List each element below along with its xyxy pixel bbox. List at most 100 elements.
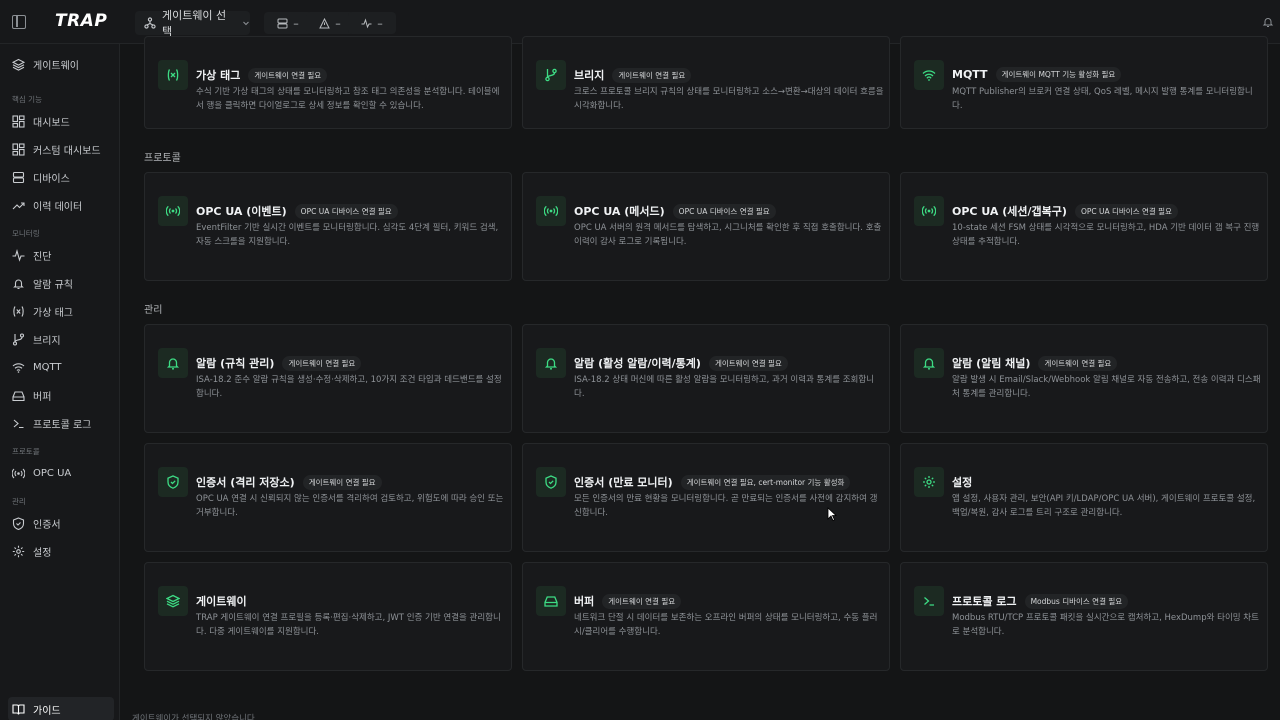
sidebar-item-custom-dashboard[interactable]: 커스텀 대시보드 <box>8 137 114 161</box>
feature-card[interactable]: 알람 (알림 채널) 게이트웨이 연결 필요알람 발생 시 Email/Slack… <box>900 324 1268 433</box>
feature-card[interactable]: 알람 (규칙 관리) 게이트웨이 연결 필요 ISA-18.2 준수 알람 규칙을 … <box>144 324 512 433</box>
card-title-row: 가상 태그 게이트웨이 연결 필요 <box>196 67 328 83</box>
terminal-icon <box>914 586 944 616</box>
sidebar-item-diagnosis[interactable]: 진단 <box>8 243 114 267</box>
broadcast-icon <box>536 196 566 226</box>
sidebar-item-settings[interactable]: 설정 <box>8 539 114 563</box>
status-footer: 게이트웨이가 선택되지 않았습니다 <box>132 714 255 720</box>
sidebar-item-gateway[interactable]: 게이트웨이 <box>8 52 114 76</box>
sidebar-item-protocol-log[interactable]: 프로토콜 로그 <box>8 411 114 435</box>
requirement-badge: OPC UA 디바이스 연결 필요 <box>1074 203 1178 219</box>
requirement-badge: 게이트웨이 연결 필요 <box>282 355 362 371</box>
branch-icon <box>536 60 566 90</box>
requirement-badge: 게이트웨이 연결 필요 <box>302 474 382 490</box>
feature-card[interactable]: 브리지 게이트웨이 연결 필요 크로스 프로토콜 브리지 규칙의 상태를 모니터링하… <box>522 36 890 129</box>
activity-status-chip[interactable]: – <box>348 12 396 34</box>
sidebar-item-virtual-tags[interactable]: 가상 태그 <box>8 299 114 323</box>
alert-status-chip[interactable]: – <box>306 12 354 34</box>
sidebar-section-admin: 관리 <box>12 497 26 506</box>
sidebar-item-mqtt[interactable]: MQTT <box>8 355 114 379</box>
card-title-row: OPC UA (세션/갭복구) OPC UA 디바이스 연결 필요 <box>952 203 1178 219</box>
requirement-badge: 게이트웨이 연결 필요 <box>602 593 682 609</box>
feature-card[interactable]: OPC UA (세션/갭복구) OPC UA 디바이스 연결 필요 10-state… <box>900 172 1268 281</box>
sidebar-item-label: 가상 태그 <box>33 307 73 319</box>
sidebar-item-label: 커스텀 대시보드 <box>33 145 101 157</box>
feature-card[interactable]: 인증서 (격리 저장소) 게이트웨이 연결 필요 OPC UA 연결 시 신뢰되지 … <box>144 443 512 552</box>
sidebar-item-label: 이력 데이터 <box>33 201 83 213</box>
feature-card[interactable]: 게이트웨이 TRAP 게이트웨이 연결 프로필을 등록·편집·삭제하고, JWT … <box>144 562 512 671</box>
feature-card[interactable]: 설정앱 설정, 사용자 관리, 보안(API 키/LDAP/OPC UA 서버)… <box>900 443 1268 552</box>
card-description: 알람 발생 시 Email/Slack/Webhook 알림 채널로 자동 전송… <box>952 375 1261 399</box>
main-content: 가상 태그 게이트웨이 연결 필요 수식 기반 가상 태그의 상태를 모니터링하고 … <box>120 36 1280 720</box>
alert-status-value: – <box>335 16 341 30</box>
feature-card[interactable]: 알람 (활성 알람/이력/통계) 게이트웨이 연결 필요 ISA-18.2 상태 머… <box>522 324 890 433</box>
card-title: 버퍼 <box>574 595 595 608</box>
sidebar-item-guide[interactable]: 가이드 <box>8 697 114 720</box>
card-title: OPC UA (세션/갭복구) <box>952 205 1067 218</box>
card-title-row: MQTT 게이트웨이 MQTT 기능 활성화 필요 <box>952 67 1122 82</box>
sidebar-item-label: 대시보드 <box>33 117 70 129</box>
section-title-admin: 관리 <box>144 305 163 316</box>
card-title: 브리지 <box>574 69 605 82</box>
notification-bell-icon[interactable] <box>1262 16 1274 28</box>
sidebar-item-alarm-rules[interactable]: 알람 규칙 <box>8 271 114 295</box>
feature-card[interactable]: MQTT 게이트웨이 MQTT 기능 활성화 필요 MQTT Publisher의 … <box>900 36 1268 129</box>
requirement-badge: 게이트웨이 MQTT 기능 활성화 필요 <box>995 67 1122 82</box>
mouse-cursor-icon <box>827 507 837 521</box>
requirement-badge: 게이트웨이 연결 필요 <box>708 355 788 371</box>
feature-card[interactable]: OPC UA (이벤트) OPC UA 디바이스 연결 필요 EventFilter… <box>144 172 512 281</box>
card-description: EventFilter 기반 실시간 이벤트를 모니터링합니다. 심각도 4단계… <box>196 223 499 247</box>
card-description: 모든 인증서의 만료 현황을 모니터링합니다. 곧 만료되는 인증서를 사전에 … <box>574 494 878 518</box>
app-logo[interactable]: TRAP <box>55 11 107 31</box>
card-description: ISA-18.2 준수 알람 규칙을 생성·수정·삭제하고, 10가지 조건 타… <box>196 375 502 399</box>
gateway-select[interactable]: 게이트웨이 선택 <box>135 9 250 38</box>
feature-card[interactable]: OPC UA (메서드) OPC UA 디바이스 연결 필요 OPC UA 서버의 … <box>522 172 890 281</box>
trending-up-icon <box>12 201 25 209</box>
requirement-badge: 게이트웨이 연결 필요, cert-monitor 기능 활성화 <box>680 474 851 490</box>
dashboard-icon <box>12 114 25 128</box>
feature-card[interactable]: 가상 태그 게이트웨이 연결 필요 수식 기반 가상 태그의 상태를 모니터링하고 … <box>144 36 512 129</box>
sidebar-item-label: MQTT <box>33 361 62 373</box>
sidebar-item-opcua[interactable]: OPC UA <box>8 461 114 485</box>
bell-icon <box>13 279 24 289</box>
activity-status-value: – <box>377 16 383 30</box>
layers-icon <box>12 58 25 71</box>
card-title-row: 알람 (알림 채널) 게이트웨이 연결 필요 <box>952 355 1118 371</box>
sidebar-item-label: 인증서 <box>33 519 61 531</box>
card-description: OPC UA 서버의 원격 메서드를 탐색하고, 시그니처를 확인한 후 직접 … <box>574 223 882 247</box>
feature-card[interactable]: 프로토콜 로그 Modbus 디바이스 연결 필요 Modbus RTU/TCP 프… <box>900 562 1268 671</box>
feature-card[interactable]: 인증서 (만료 모니터) 게이트웨이 연결 필요, cert-monitor 기능… <box>522 443 890 552</box>
branch-icon <box>12 332 25 346</box>
network-icon <box>144 17 156 29</box>
gateway-select-label: 게이트웨이 선택 <box>161 9 227 38</box>
card-description: 앱 설정, 사용자 관리, 보안(API 키/LDAP/OPC UA 서버), … <box>952 494 1256 518</box>
sidebar-section-monitoring: 모니터링 <box>12 229 40 238</box>
requirement-badge: Modbus 디바이스 연결 필요 <box>1024 593 1129 609</box>
terminal-icon <box>13 419 24 428</box>
card-title: 설정 <box>952 476 973 489</box>
sidebar-item-devices[interactable]: 디바이스 <box>8 165 114 189</box>
sidebar-item-history[interactable]: 이력 데이터 <box>8 193 114 217</box>
bell-icon <box>158 348 188 378</box>
warning-icon <box>319 17 331 28</box>
sidebar-toggle-icon[interactable] <box>12 15 26 29</box>
server-status-chip[interactable]: – <box>264 12 312 34</box>
sidebar-item-buffer[interactable]: 버퍼 <box>8 383 114 407</box>
feature-card[interactable]: 버퍼 게이트웨이 연결 필요 네트워크 단절 시 데이터를 보존하는 오프라인 버퍼… <box>522 562 890 671</box>
shield-icon <box>158 467 188 497</box>
card-description: TRAP 게이트웨이 연결 프로필을 등록·편집·삭제하고, JWT 인증 기반… <box>196 613 501 637</box>
bell-icon <box>536 348 566 378</box>
sidebar-item-dashboard[interactable]: 대시보드 <box>8 109 114 133</box>
sidebar: 게이트웨이 핵심 기능 대시보드 커스텀 대시보드 디바이스 이력 데이터 모니… <box>0 44 120 720</box>
card-title-row: 프로토콜 로그 Modbus 디바이스 연결 필요 <box>952 593 1129 609</box>
sidebar-item-bridge[interactable]: 브리지 <box>8 327 114 351</box>
requirement-badge: OPC UA 디바이스 연결 필요 <box>672 203 776 219</box>
sidebar-item-certificates[interactable]: 인증서 <box>8 511 114 535</box>
card-title-row: OPC UA (이벤트) OPC UA 디바이스 연결 필요 <box>196 203 398 219</box>
sidebar-item-label: 브리지 <box>33 335 61 347</box>
variable-icon <box>158 60 188 90</box>
card-description: OPC UA 연결 시 신뢰되지 않는 인증서를 격리하여 검토하고, 위험도에… <box>196 494 504 518</box>
dashboard-icon <box>12 142 25 156</box>
sidebar-item-label: 프로토콜 로그 <box>33 419 92 431</box>
chevron-down-icon <box>243 21 249 26</box>
